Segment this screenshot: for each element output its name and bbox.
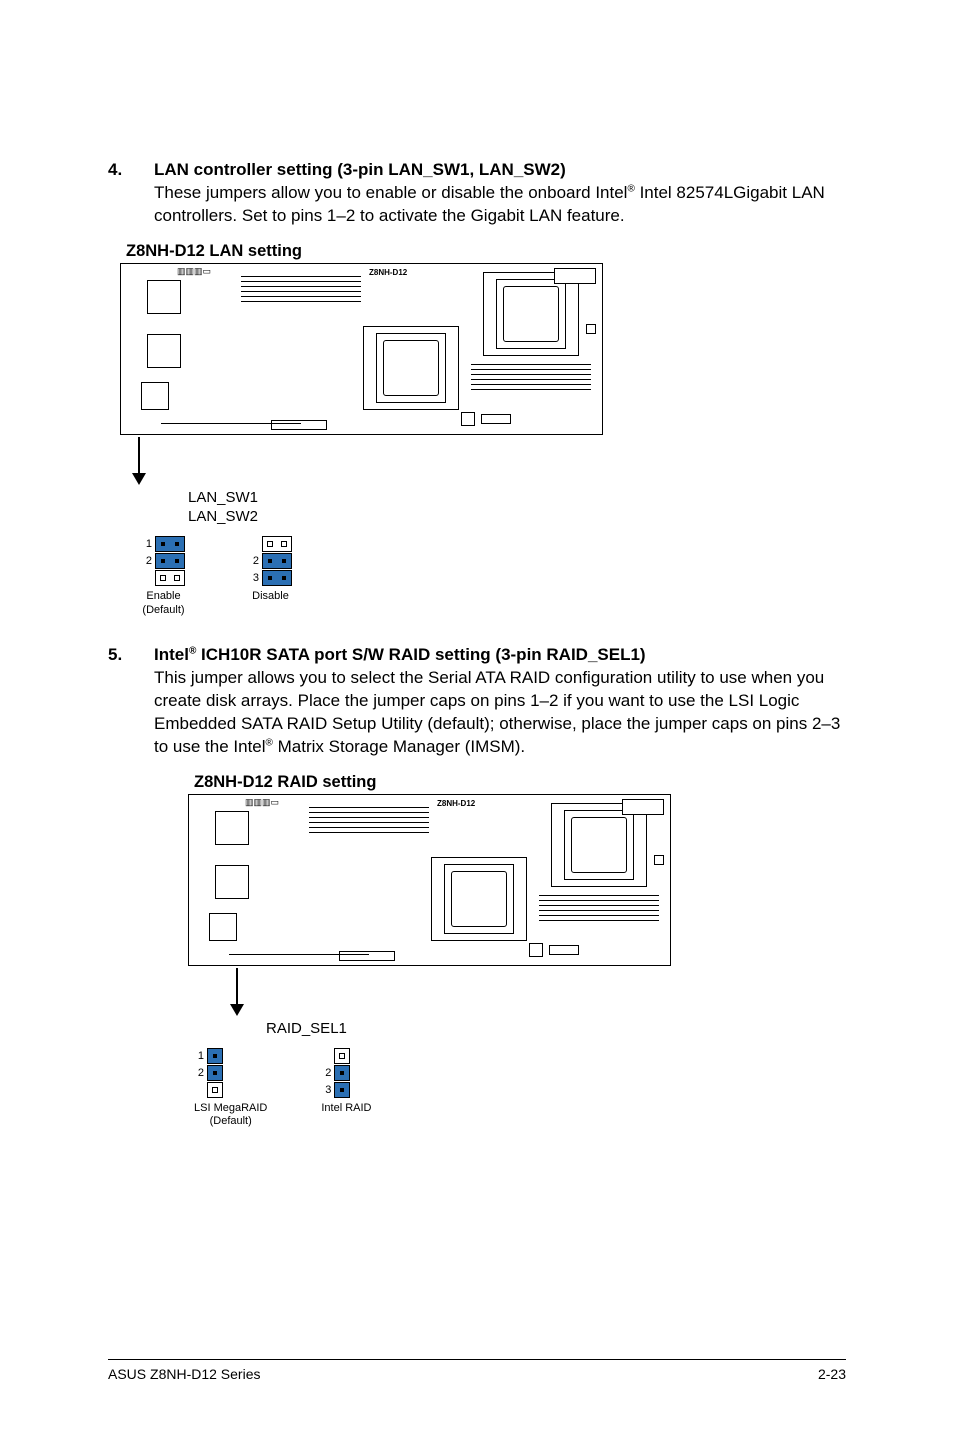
lan-board-illustration: ▥▥▥▭ Z8NH-D12 xyxy=(120,263,603,435)
lan-diagram: Z8NH-D12 LAN setting ▥▥▥▭ Z8NH-D12 xyxy=(120,242,846,617)
section4-body: These jumpers allow you to enable or dis… xyxy=(154,182,846,228)
pin-label-2: 2 xyxy=(142,555,152,567)
board-io-icon: ▥▥▥▭ xyxy=(177,266,211,277)
section-lan: 4. LAN controller setting (3-pin LAN_SW1… xyxy=(108,160,846,617)
lan-diagram-title: Z8NH-D12 LAN setting xyxy=(126,242,846,261)
page-footer: ASUS Z8NH-D12 Series 2-23 xyxy=(108,1359,846,1382)
raid-intel-caption: Intel RAID xyxy=(321,1102,371,1115)
section5-body: This jumper allows you to select the Ser… xyxy=(154,667,846,759)
lan-sw2-label: LAN_SW2 xyxy=(188,508,846,527)
section5-heading-post: ICH10R SATA port S/W RAID setting (3-pin… xyxy=(196,645,645,664)
raid-intel-option: 2 3 Intel RAID xyxy=(321,1048,371,1128)
raid-board-label: Z8NH-D12 xyxy=(437,799,475,808)
raid-pin-label-1: 1 xyxy=(194,1050,204,1062)
lan-disable-option: 2 3 Disable xyxy=(249,536,292,616)
raid-lsi-caption: LSI MegaRAID xyxy=(194,1102,267,1115)
section4-number: 4. xyxy=(108,160,154,180)
lan-jumper-labels: LAN_SW1 LAN_SW2 xyxy=(188,489,846,527)
raid-default-caption: (Default) xyxy=(194,1115,267,1128)
section5-number: 5. xyxy=(108,645,154,665)
lan-disable-caption: Disable xyxy=(249,590,292,603)
raid-pin-label-2b: 2 xyxy=(321,1067,331,1079)
section4-heading: LAN controller setting (3-pin LAN_SW1, L… xyxy=(154,160,566,180)
section-raid: 5. Intel® ICH10R SATA port S/W RAID sett… xyxy=(108,645,846,1129)
section4-body-sup: ® xyxy=(627,183,634,194)
lan-default-caption: (Default) xyxy=(142,604,185,617)
raid-sel1-label: RAID_SEL1 xyxy=(266,1020,846,1039)
raid-pin-label-2: 2 xyxy=(194,1067,204,1079)
section4-body-pre: These jumpers allow you to enable or dis… xyxy=(154,183,627,202)
section5-body-sup: ® xyxy=(266,737,273,748)
board-io-icon-2: ▥▥▥▭ xyxy=(245,797,279,808)
raid-pointer-arrow xyxy=(230,968,846,1016)
lan-pointer-arrow xyxy=(132,437,846,485)
raid-diagram-title: Z8NH-D12 RAID setting xyxy=(194,773,846,792)
section5-heading: Intel® ICH10R SATA port S/W RAID setting… xyxy=(154,645,646,665)
pin-label-3: 3 xyxy=(249,572,259,584)
footer-right: 2-23 xyxy=(818,1366,846,1382)
lan-sw1-label: LAN_SW1 xyxy=(188,489,846,508)
raid-diagram: Z8NH-D12 RAID setting ▥▥▥▭ Z8NH-D12 xyxy=(188,773,846,1129)
pin-label-2b: 2 xyxy=(249,555,259,567)
section5-body-post: Matrix Storage Manager (IMSM). xyxy=(273,737,525,756)
footer-left: ASUS Z8NH-D12 Series xyxy=(108,1366,261,1382)
lan-enable-option: 1 2 Enable (Default) xyxy=(142,536,185,616)
section5-heading-pre: Intel xyxy=(154,645,189,664)
raid-pin-label-3: 3 xyxy=(321,1084,331,1096)
pin-label-1: 1 xyxy=(142,538,152,550)
lan-board-label: Z8NH-D12 xyxy=(369,268,407,277)
raid-board-illustration: ▥▥▥▭ Z8NH-D12 xyxy=(188,794,671,966)
lan-enable-caption: Enable xyxy=(142,590,185,603)
raid-lsi-option: 1 2 LSI MegaRAID (Default) xyxy=(194,1048,267,1128)
